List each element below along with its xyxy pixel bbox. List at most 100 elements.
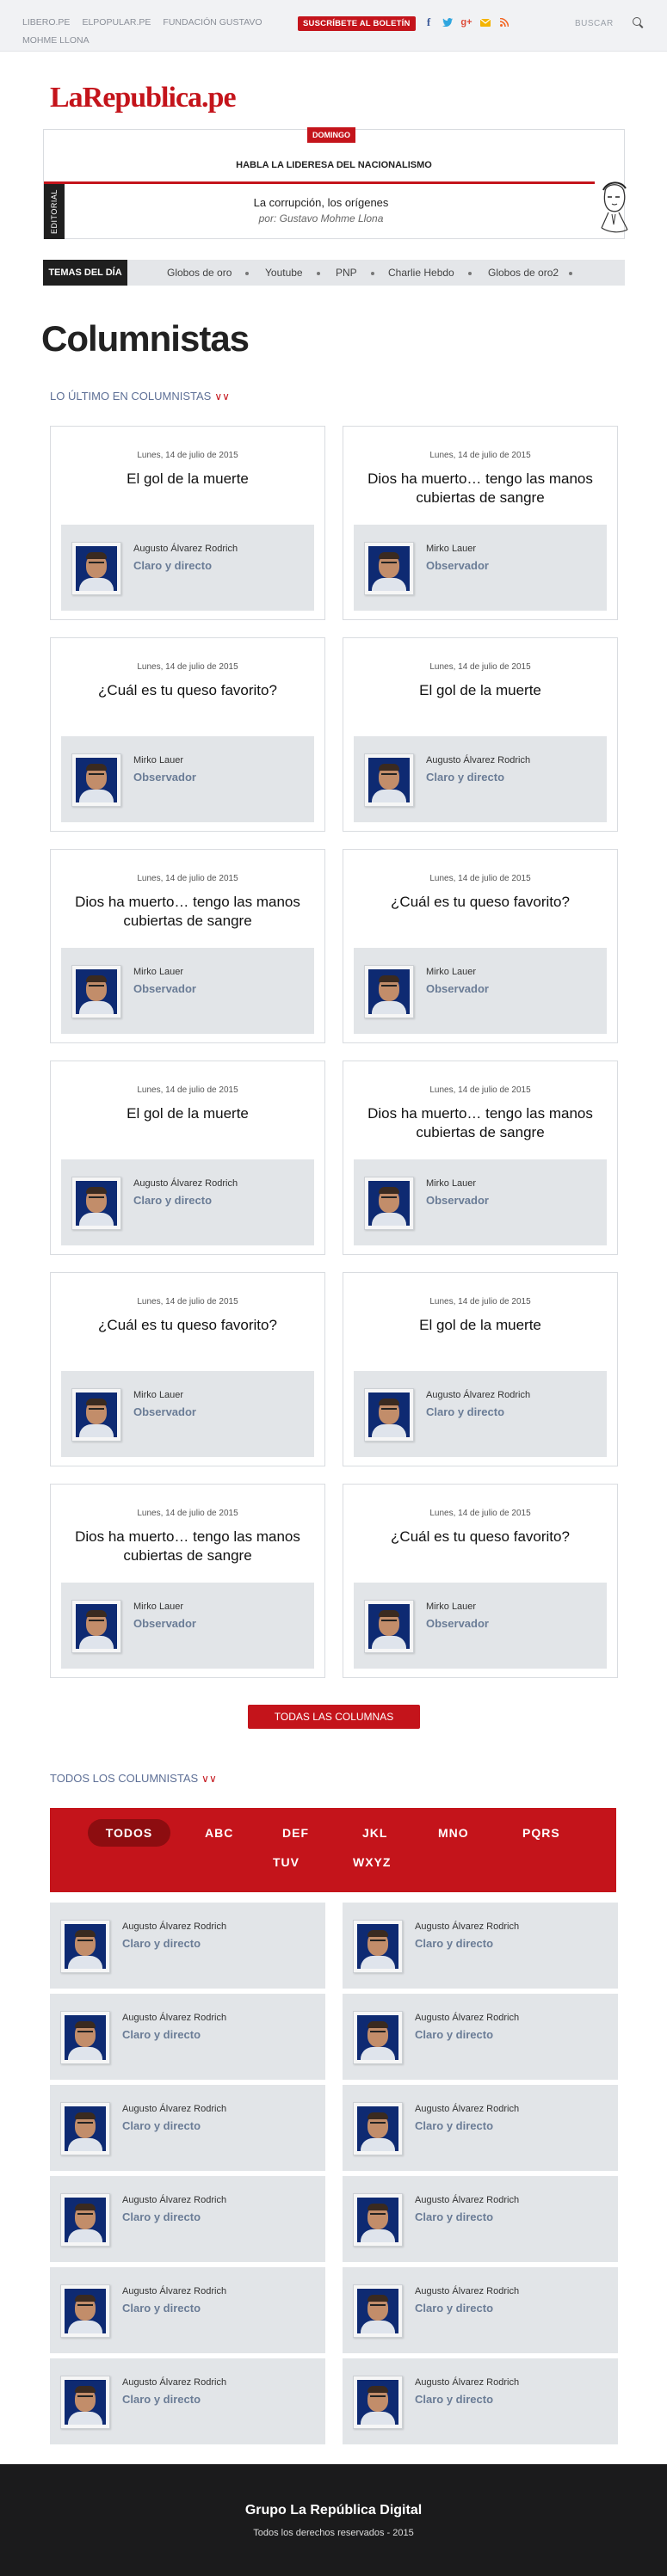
card-author-box[interactable]: Augusto Álvarez Rodrich Claro y directo: [354, 1371, 607, 1457]
author-photo[interactable]: [364, 542, 414, 595]
rss-icon[interactable]: [499, 17, 510, 28]
author-name[interactable]: Mirko Lauer: [133, 1390, 183, 1400]
author-name[interactable]: Augusto Álvarez Rodrich: [415, 1921, 519, 1932]
column-card[interactable]: Lunes, 14 de julio de 2015 Dios ha muerto…: [343, 1061, 618, 1255]
card-title[interactable]: ¿Cuál es tu queso favorito?: [352, 893, 608, 912]
column-name[interactable]: Claro y directo: [426, 771, 504, 784]
columnist-item[interactable]: Augusto Álvarez Rodrich Claro y directo: [343, 2267, 618, 2353]
column-name[interactable]: Claro y directo: [122, 2028, 201, 2041]
author-photo[interactable]: [353, 1920, 403, 1973]
column-name[interactable]: Observador: [426, 982, 489, 995]
column-name[interactable]: Observador: [426, 559, 489, 572]
column-name[interactable]: Observador: [133, 771, 196, 784]
author-photo[interactable]: [71, 753, 121, 807]
card-author-box[interactable]: Mirko Lauer Observador: [354, 1159, 607, 1245]
card-author-box[interactable]: Mirko Lauer Observador: [61, 1371, 314, 1457]
column-name[interactable]: Observador: [133, 982, 196, 995]
card-author-box[interactable]: Augusto Álvarez Rodrich Claro y directo: [61, 525, 314, 611]
author-name[interactable]: Mirko Lauer: [426, 1178, 476, 1189]
card-title[interactable]: El gol de la muerte: [352, 1316, 608, 1335]
author-name[interactable]: Augusto Álvarez Rodrich: [122, 2104, 226, 2114]
card-author-box[interactable]: Mirko Lauer Observador: [61, 948, 314, 1034]
author-photo[interactable]: [364, 1388, 414, 1442]
column-card[interactable]: Lunes, 14 de julio de 2015 El gol de la m…: [50, 1061, 325, 1255]
card-title[interactable]: El gol de la muerte: [59, 1104, 316, 1123]
search-input[interactable]: BUSCAR: [575, 19, 614, 28]
all-columns-button[interactable]: TODAS LAS COLUMNAS: [248, 1705, 420, 1729]
columnist-item[interactable]: Augusto Álvarez Rodrich Claro y directo: [343, 2085, 618, 2171]
column-name[interactable]: Claro y directo: [415, 2028, 493, 2041]
column-name[interactable]: Observador: [133, 1405, 196, 1418]
column-name[interactable]: Observador: [426, 1617, 489, 1630]
author-name[interactable]: Augusto Álvarez Rodrich: [415, 2195, 519, 2205]
author-name[interactable]: Augusto Álvarez Rodrich: [122, 1921, 226, 1932]
columnist-item[interactable]: Augusto Álvarez Rodrich Claro y directo: [343, 1994, 618, 2080]
partner-link-libero[interactable]: LIBERO.PE: [22, 17, 70, 28]
filter-todos[interactable]: TODOS: [88, 1819, 170, 1847]
filter-wxyz[interactable]: WXYZ: [353, 1855, 391, 1869]
author-name[interactable]: Augusto Álvarez Rodrich: [122, 2013, 226, 2023]
column-card[interactable]: Lunes, 14 de julio de 2015 ¿Cuál es tu qu…: [50, 637, 325, 832]
card-title[interactable]: ¿Cuál es tu queso favorito?: [59, 1316, 316, 1335]
card-title[interactable]: El gol de la muerte: [352, 681, 608, 700]
column-card[interactable]: Lunes, 14 de julio de 2015 El gol de la m…: [343, 637, 618, 832]
author-photo[interactable]: [71, 1388, 121, 1442]
filter-def[interactable]: DEF: [282, 1826, 309, 1840]
card-author-box[interactable]: Mirko Lauer Observador: [354, 1583, 607, 1669]
author-name[interactable]: Augusto Álvarez Rodrich: [133, 1178, 238, 1189]
column-name[interactable]: Claro y directo: [122, 2393, 201, 2406]
site-logo[interactable]: LaRepublica.pe: [50, 82, 237, 114]
column-name[interactable]: Claro y directo: [415, 2393, 493, 2406]
author-name[interactable]: Augusto Álvarez Rodrich: [415, 2104, 519, 2114]
column-name[interactable]: Observador: [426, 1194, 489, 1207]
topic-item[interactable]: Charlie Hebdo: [388, 260, 472, 286]
card-title[interactable]: Dios ha muerto… tengo las manos cubierta…: [352, 1104, 608, 1142]
author-photo[interactable]: [60, 2284, 110, 2338]
card-title[interactable]: Dios ha muerto… tengo las manos cubierta…: [59, 893, 316, 931]
column-card[interactable]: Lunes, 14 de julio de 2015 El gol de la m…: [343, 1272, 618, 1466]
author-photo[interactable]: [353, 2284, 403, 2338]
column-card[interactable]: Lunes, 14 de julio de 2015 Dios ha muerto…: [343, 426, 618, 620]
author-name[interactable]: Augusto Álvarez Rodrich: [415, 2286, 519, 2296]
column-name[interactable]: Claro y directo: [415, 2119, 493, 2132]
author-photo[interactable]: [71, 965, 121, 1018]
column-name[interactable]: Claro y directo: [122, 2210, 201, 2223]
card-author-box[interactable]: Mirko Lauer Observador: [354, 525, 607, 611]
card-author-box[interactable]: Augusto Álvarez Rodrich Claro y directo: [61, 1159, 314, 1245]
column-name[interactable]: Claro y directo: [426, 1405, 504, 1418]
author-photo[interactable]: [364, 965, 414, 1018]
card-author-box[interactable]: Mirko Lauer Observador: [61, 1583, 314, 1669]
author-photo[interactable]: [60, 1920, 110, 1973]
author-photo[interactable]: [353, 2193, 403, 2247]
author-name[interactable]: Mirko Lauer: [426, 967, 476, 977]
card-title[interactable]: Dios ha muerto… tengo las manos cubierta…: [59, 1528, 316, 1565]
author-name[interactable]: Mirko Lauer: [133, 755, 183, 765]
author-photo[interactable]: [353, 2011, 403, 2064]
topic-item[interactable]: Globos de oro2: [488, 260, 573, 286]
column-name[interactable]: Claro y directo: [415, 2210, 493, 2223]
card-author-box[interactable]: Mirko Lauer Observador: [354, 948, 607, 1034]
card-author-box[interactable]: Augusto Álvarez Rodrich Claro y directo: [354, 736, 607, 822]
author-photo[interactable]: [353, 2102, 403, 2155]
columnist-item[interactable]: Augusto Álvarez Rodrich Claro y directo: [50, 2267, 325, 2353]
card-title[interactable]: ¿Cuál es tu queso favorito?: [59, 681, 316, 700]
author-photo[interactable]: [60, 2376, 110, 2429]
card-title[interactable]: ¿Cuál es tu queso favorito?: [352, 1528, 608, 1546]
columnist-item[interactable]: Augusto Álvarez Rodrich Claro y directo: [343, 1903, 618, 1989]
column-card[interactable]: Lunes, 14 de julio de 2015 Dios ha muerto…: [50, 1484, 325, 1678]
column-card[interactable]: Lunes, 14 de julio de 2015 ¿Cuál es tu qu…: [343, 1484, 618, 1678]
columnist-item[interactable]: Augusto Álvarez Rodrich Claro y directo: [343, 2358, 618, 2444]
author-name[interactable]: Mirko Lauer: [426, 1602, 476, 1612]
filter-pqrs[interactable]: PQRS: [522, 1826, 560, 1840]
author-photo[interactable]: [60, 2011, 110, 2064]
facebook-icon[interactable]: f: [423, 15, 434, 28]
author-name[interactable]: Mirko Lauer: [426, 544, 476, 554]
author-name[interactable]: Augusto Álvarez Rodrich: [122, 2195, 226, 2205]
columnist-item[interactable]: Augusto Álvarez Rodrich Claro y directo: [50, 2176, 325, 2262]
author-name[interactable]: Augusto Álvarez Rodrich: [415, 2377, 519, 2388]
column-name[interactable]: Claro y directo: [133, 559, 212, 572]
topic-item[interactable]: PNP: [336, 260, 374, 286]
author-photo[interactable]: [364, 1600, 414, 1653]
filter-tuv[interactable]: TUV: [273, 1855, 300, 1869]
topic-item[interactable]: Youtube: [265, 260, 320, 286]
